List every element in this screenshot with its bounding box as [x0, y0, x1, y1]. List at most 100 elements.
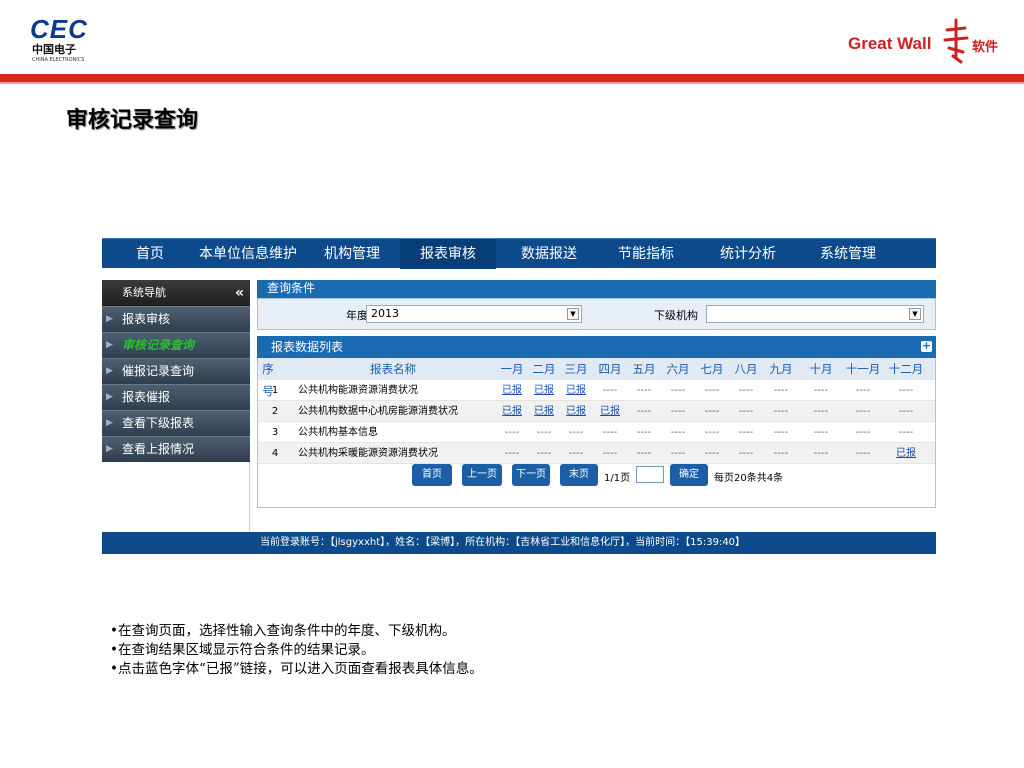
collapse-icon[interactable]: «	[235, 280, 244, 306]
nav-data-submit[interactable]: 数据报送	[508, 239, 590, 269]
reported-link[interactable]: 已报	[530, 401, 558, 422]
reported-link[interactable]: 已报	[530, 380, 558, 401]
row-number: 3	[271, 427, 279, 438]
sidebar-item-reminder-record-query[interactable]: ▶ 催报记录查询	[102, 358, 250, 384]
nav-statistics[interactable]: 统计分析	[708, 239, 788, 269]
sidebar-header-label: 系统导航	[122, 286, 166, 299]
table-header: 序号 报表名称 一月 二月 三月 四月 五月 六月 七月 八月 九月 十月 十一…	[258, 358, 935, 398]
month-status: ----	[813, 406, 829, 417]
month-status: ----	[602, 448, 618, 459]
page-number-input[interactable]	[636, 466, 664, 483]
sidebar-item-report-audit[interactable]: ▶ 报表审核	[102, 306, 250, 332]
cec-logo-en: CHINA ELECTRONICS	[32, 57, 85, 63]
month-status: ----	[813, 385, 829, 396]
month-status: ----	[602, 385, 618, 396]
sidebar: 系统导航 « ▶ 报表审核 ▶ 审核记录查询 ▶ 催报记录查询 ▶ 报表催报 ▶…	[102, 280, 250, 542]
page-summary: 每页20条共4条	[714, 473, 784, 484]
month-status: ----	[738, 427, 754, 438]
col-header-no: 序号	[262, 362, 274, 398]
next-page-button[interactable]: 下一页	[512, 464, 550, 486]
col-header-mar: 三月	[564, 362, 588, 376]
prev-page-button[interactable]: 上一页	[462, 464, 502, 486]
chevron-right-icon: ▶	[106, 314, 113, 324]
year-select[interactable]: 2013 ▼	[366, 305, 582, 323]
sub-org-select[interactable]: ▼	[706, 305, 924, 323]
chevron-down-icon: ▼	[909, 308, 921, 320]
month-status: ----	[504, 448, 520, 459]
reported-link[interactable]: 已报	[498, 380, 526, 401]
month-status: ----	[773, 385, 789, 396]
report-name: 公共机构数据中心机房能源消费状况	[298, 406, 458, 417]
query-panel-title: 查询条件	[257, 280, 936, 298]
col-header-sep: 九月	[769, 362, 793, 376]
month-status: ----	[773, 427, 789, 438]
month-status: ----	[704, 427, 720, 438]
app-window: 首页 本单位信息维护 机构管理 报表审核 数据报送 节能指标 统计分析 系统管理…	[102, 238, 936, 556]
report-table: 序号 报表名称 一月 二月 三月 四月 五月 六月 七月 八月 九月 十月 十一…	[257, 358, 936, 508]
sidebar-item-report-reminder[interactable]: ▶ 报表催报	[102, 384, 250, 410]
month-status: ----	[738, 385, 754, 396]
last-page-button[interactable]: 末页	[560, 464, 598, 486]
report-name: 公共机构能源资源消费状况	[298, 385, 418, 396]
page-info: 1/1页	[604, 473, 631, 484]
expand-icon[interactable]: +	[921, 340, 932, 352]
month-status: ----	[704, 385, 720, 396]
sidebar-item-label: 报表催报	[122, 390, 171, 404]
col-header-may: 五月	[632, 362, 656, 376]
month-status: ----	[636, 385, 652, 396]
chevron-right-icon: ▶	[106, 444, 113, 454]
month-status: ----	[898, 385, 914, 396]
chevron-right-icon: ▶	[106, 366, 113, 376]
greatwall-emblem-icon	[943, 18, 969, 64]
sidebar-item-label: 查看下级报表	[122, 416, 195, 430]
month-status: ----	[898, 427, 914, 438]
header-divider-light	[0, 82, 1024, 84]
sidebar-item-view-sub-reports[interactable]: ▶ 查看下级报表	[102, 410, 250, 436]
sidebar-item-view-submission-status[interactable]: ▶ 查看上报情况	[102, 436, 250, 462]
report-list-title-label: 报表数据列表	[271, 340, 344, 354]
month-status: ----	[855, 406, 871, 417]
slide-notes: •在查询页面，选择性输入查询条件中的年度、下级机构。 •在查询结果区域显示符合条…	[110, 622, 483, 679]
row-number: 1	[271, 385, 279, 396]
month-status: ----	[568, 427, 584, 438]
reported-link[interactable]: 已报	[596, 401, 624, 422]
nav-system-management[interactable]: 系统管理	[808, 239, 888, 269]
month-status: ----	[670, 406, 686, 417]
chevron-down-icon: ▼	[567, 308, 579, 320]
sidebar-item-audit-record-query[interactable]: ▶ 审核记录查询	[102, 332, 250, 358]
col-header-name: 报表名称	[370, 362, 416, 376]
nav-home[interactable]: 首页	[102, 239, 198, 269]
confirm-button[interactable]: 确定	[670, 464, 708, 486]
reported-link[interactable]: 已报	[562, 401, 590, 422]
nav-energy-index[interactable]: 节能指标	[606, 239, 686, 269]
col-header-jul: 七月	[700, 362, 724, 376]
status-bar: 当前登录账号：【jlsgyxxht】，姓名：【梁博】，所在机构：【吉林省工业和信…	[102, 532, 936, 554]
nav-org-management[interactable]: 机构管理	[312, 239, 392, 269]
col-header-dec: 十二月	[888, 362, 924, 376]
month-status: ----	[773, 406, 789, 417]
slide-header: CEC 中国电子 CHINA ELECTRONICS Great Wall 软件	[0, 0, 1024, 80]
month-status: ----	[568, 448, 584, 459]
reported-link[interactable]: 已报	[498, 401, 526, 422]
sidebar-item-label: 报表审核	[122, 312, 171, 326]
reported-link[interactable]: 已报	[562, 380, 590, 401]
nav-report-audit[interactable]: 报表审核	[400, 239, 496, 269]
query-panel: 年度 2013 ▼ 下级机构 ▼	[257, 298, 936, 330]
first-page-button[interactable]: 首页	[412, 464, 452, 486]
report-list-title: 报表数据列表 +	[257, 336, 936, 358]
month-status: ----	[636, 427, 652, 438]
nav-unit-info[interactable]: 本单位信息维护	[198, 239, 298, 269]
sub-org-label: 下级机构	[654, 309, 698, 322]
note-line: •在查询结果区域显示符合条件的结果记录。	[110, 642, 375, 658]
reported-link[interactable]: 已报	[886, 443, 926, 464]
greatwall-logo-cn: 软件	[972, 40, 999, 55]
col-header-jan: 一月	[500, 362, 524, 376]
month-status: ----	[855, 427, 871, 438]
sidebar-header: 系统导航 «	[102, 280, 250, 306]
table-row: 1 公共机构能源资源消费状况 已报 已报 已报 ---- ---- ---- ---- ---- -…	[258, 380, 935, 401]
chevron-right-icon: ▶	[106, 418, 113, 428]
month-status: ----	[636, 448, 652, 459]
header-divider	[0, 74, 1024, 82]
col-header-nov: 十一月	[845, 362, 881, 376]
greatwall-logo-text: Great Wall	[848, 34, 932, 53]
